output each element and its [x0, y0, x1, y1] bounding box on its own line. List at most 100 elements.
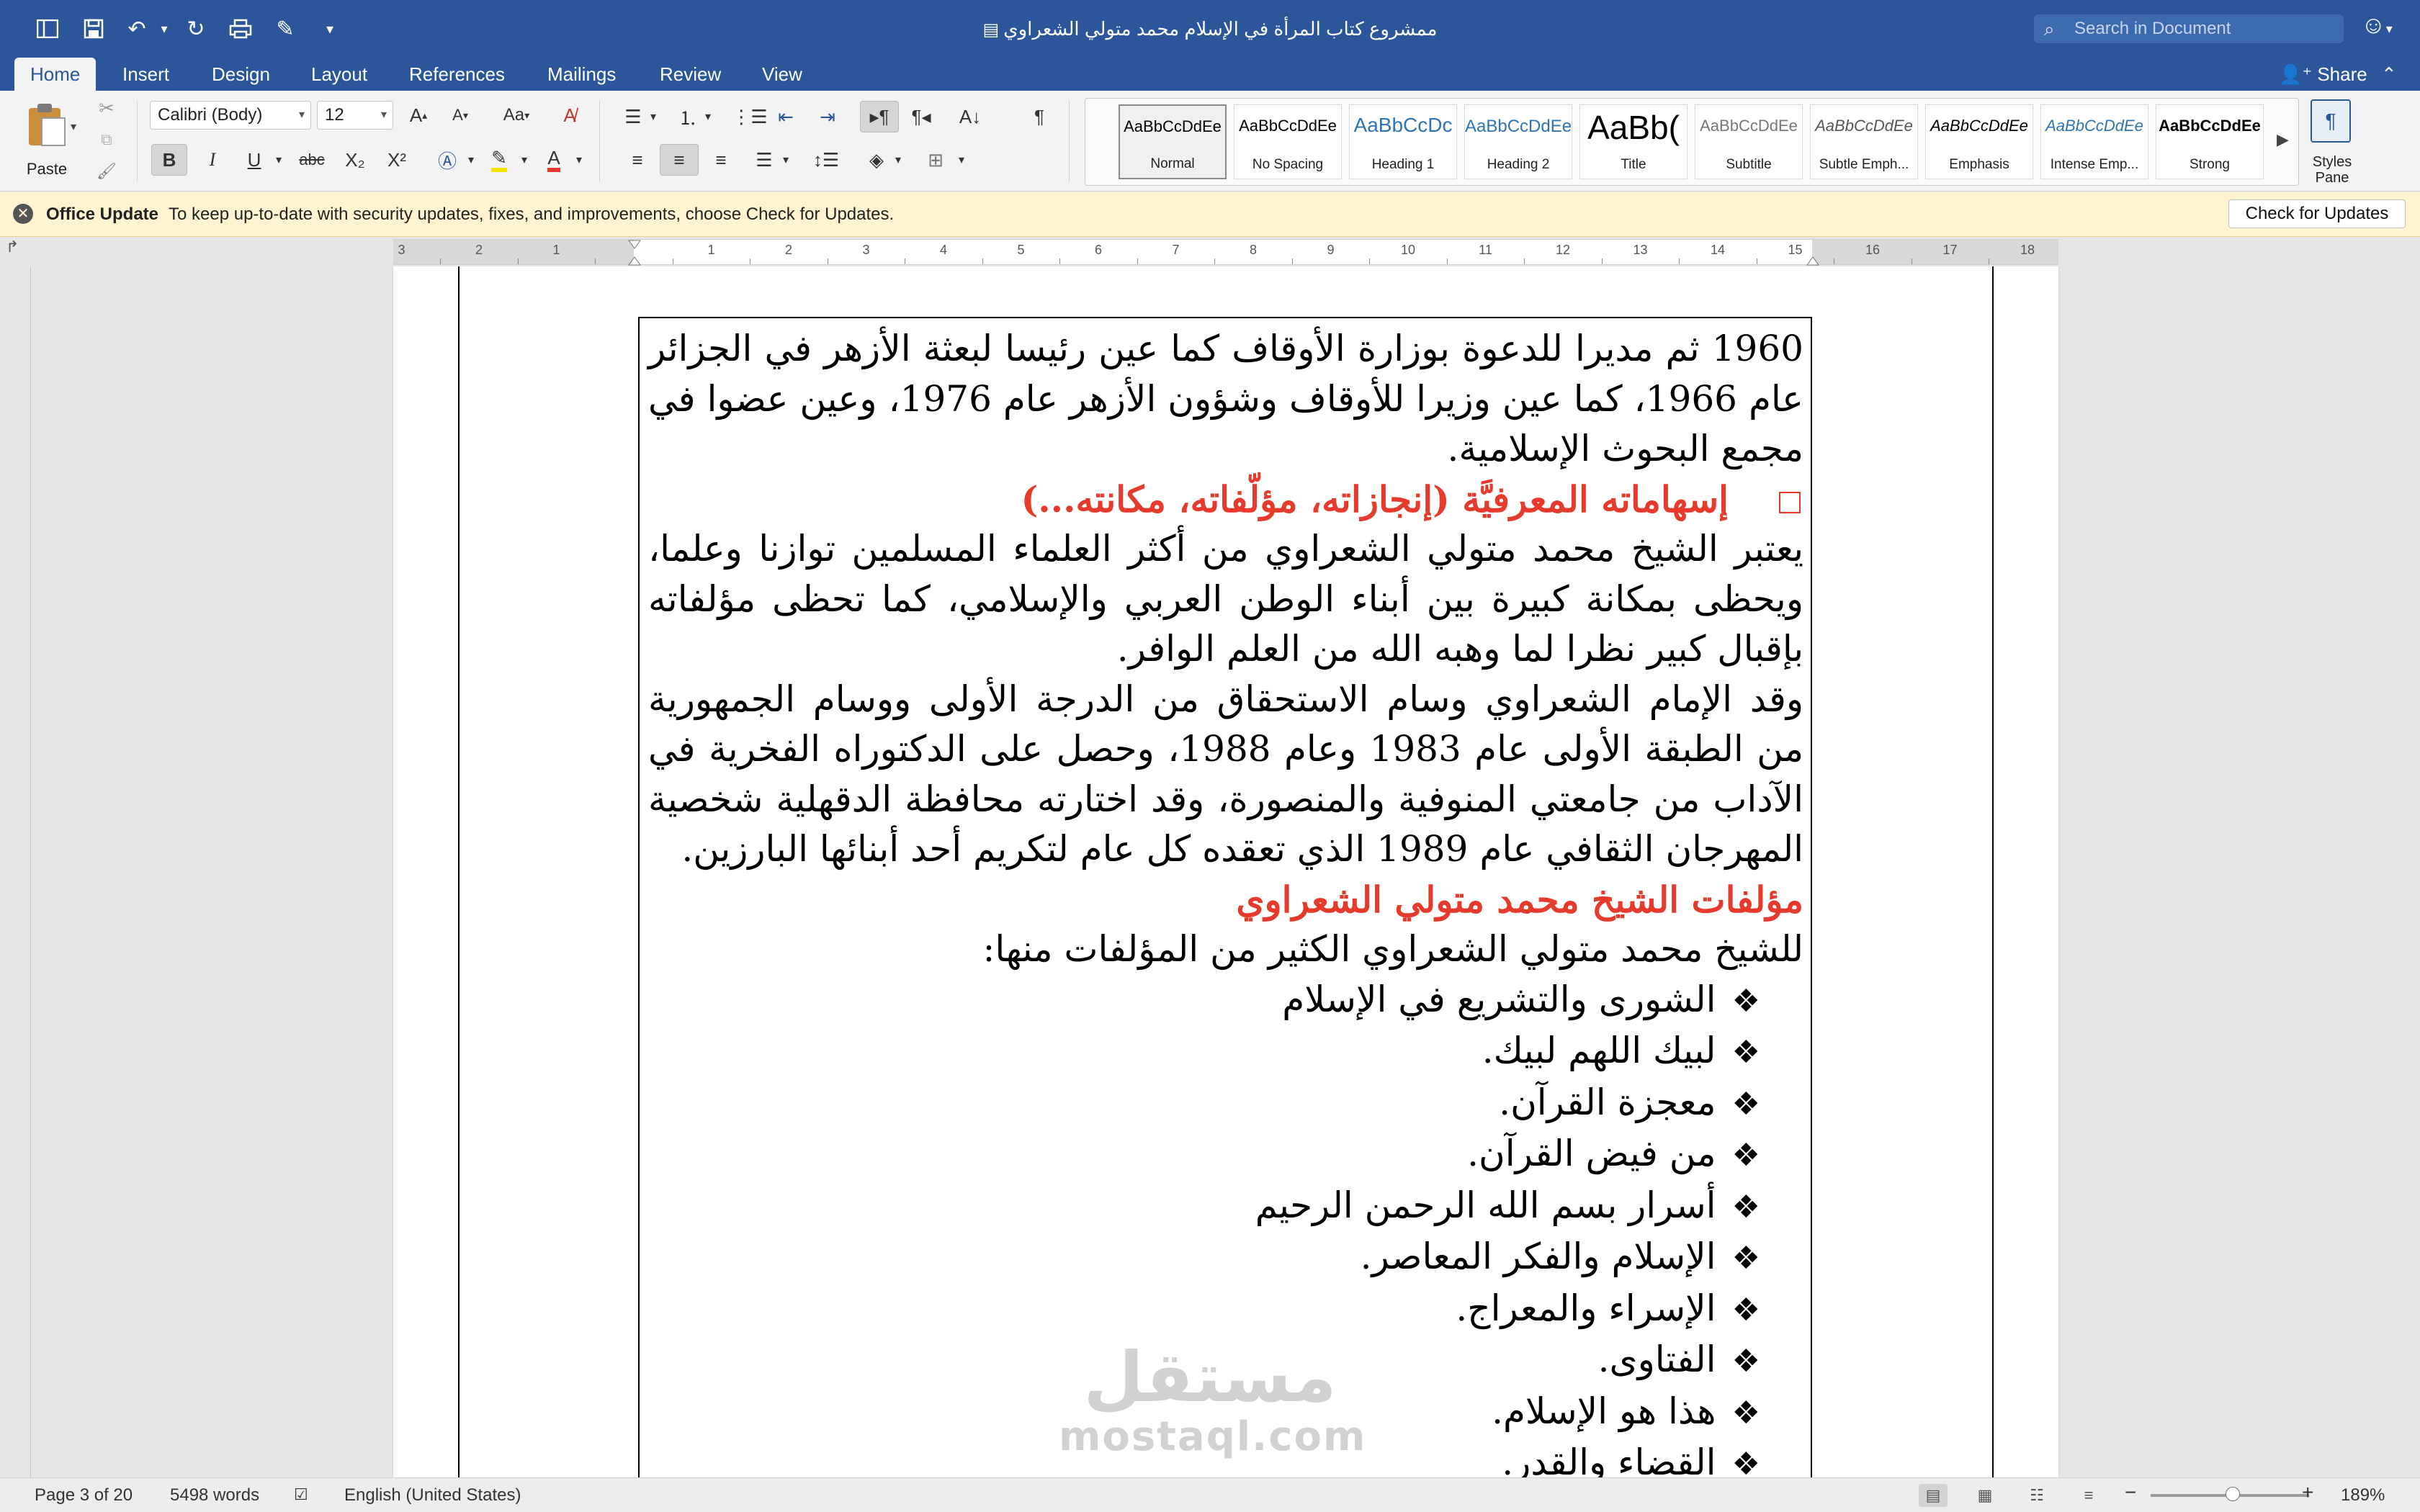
section-heading[interactable]: إسهاماته المعرفيَّة (إنجازاته، مؤلّفاته،…	[648, 474, 1803, 525]
decrease-indent-icon[interactable]: ⇤	[766, 101, 805, 132]
list-item[interactable]: ❖ هذا هو الإسلام.	[648, 1387, 1803, 1439]
paste-dropdown-icon[interactable]: ▾	[71, 120, 76, 134]
close-icon[interactable]: ✕	[13, 204, 33, 224]
list-item[interactable]: ❖ القضاء والقدر.	[648, 1438, 1803, 1477]
highlight-dropdown-icon[interactable]: ▾	[516, 144, 533, 176]
list-item[interactable]: ❖ معجزة القرآن.	[648, 1078, 1803, 1130]
search-input[interactable]: ⌕ Search in Document	[2034, 14, 2344, 43]
tab-insert[interactable]: Insert	[107, 58, 185, 91]
cut-icon[interactable]: ✂	[92, 94, 121, 122]
bullets-dropdown-icon[interactable]: ▾	[644, 101, 663, 132]
collapse-ribbon-icon[interactable]: ⌃	[2381, 58, 2397, 91]
tab-layout[interactable]: Layout	[295, 58, 383, 91]
tab-references[interactable]: References	[393, 58, 521, 91]
style-title[interactable]: AaBb( Title	[1579, 104, 1688, 179]
print-layout-icon[interactable]: ▤	[1919, 1484, 1948, 1507]
shading-dropdown-icon[interactable]: ▾	[889, 144, 908, 176]
style-strong[interactable]: AaBbCcDdEe Strong	[2156, 104, 2264, 179]
italic-button[interactable]: I	[194, 144, 230, 176]
paragraph[interactable]: للشيخ محمد متولي الشعراوي الكثير من المؤ…	[648, 924, 1803, 975]
share-button[interactable]: 👤⁺ Share	[2279, 58, 2367, 91]
text-effects-icon[interactable]: Ⓐ	[429, 144, 465, 176]
text-effects-dropdown-icon[interactable]: ▾	[462, 144, 480, 176]
ltr-direction-icon[interactable]: ▸¶	[860, 101, 899, 132]
bold-button[interactable]: B	[151, 144, 187, 176]
outline-view-icon[interactable]: ☷	[2022, 1484, 2051, 1507]
strikethrough-button[interactable]: abc	[294, 144, 330, 176]
highlight-icon[interactable]: ✎	[481, 144, 517, 176]
horizontal-ruler[interactable]: 3 2 1 1 2 3 4 5 6 7 8 9 10 11 12 13 14 15 16 17 18	[393, 239, 2058, 266]
styles-pane-button[interactable]: ¶ Styles Pane	[2303, 98, 2361, 187]
style-emphasis[interactable]: AaBbCcDdEe Emphasis	[1925, 104, 2033, 179]
style-subtitle[interactable]: AaBbCcDdEe Subtitle	[1695, 104, 1803, 179]
zoom-in-button[interactable]: +	[2302, 1481, 2313, 1504]
zoom-out-button[interactable]: −	[2125, 1481, 2136, 1504]
style-subtle-emphasis[interactable]: AaBbCcDdEe Subtle Emph...	[1810, 104, 1918, 179]
align-center-icon[interactable]: ≡	[660, 144, 699, 176]
style-heading-2[interactable]: AaBbCcDdEe Heading 2	[1464, 104, 1572, 179]
rtl-direction-icon[interactable]: ¶◂	[902, 101, 941, 132]
list-item[interactable]: ❖ الفتاوى.	[648, 1335, 1803, 1387]
shrink-font-icon[interactable]: A ▾	[442, 101, 478, 130]
tab-home[interactable]: Home	[14, 58, 97, 91]
font-color-icon[interactable]: A	[536, 144, 572, 176]
section-heading[interactable]: مؤلفات الشيخ محمد متولي الشعراوي	[648, 875, 1803, 925]
align-left-icon[interactable]: ≡	[618, 144, 657, 176]
style-normal[interactable]: AaBbCcDdEe Normal	[1119, 104, 1227, 179]
underline-dropdown-icon[interactable]: ▾	[269, 144, 288, 176]
tab-selector-icon[interactable]: ↱	[6, 238, 19, 256]
list-item[interactable]: ❖ أسرار بسم الله الرحمن الرحيم	[648, 1181, 1803, 1233]
numbering-dropdown-icon[interactable]: ▾	[699, 101, 717, 132]
list-item[interactable]: ❖ الإسلام والفكر المعاصر.	[648, 1232, 1803, 1284]
tab-design[interactable]: Design	[196, 58, 286, 91]
borders-icon[interactable]: ⊞	[916, 144, 955, 176]
paragraph[interactable]: وقد الإمام الشعراوي وسام الاستحقاق من ال…	[648, 675, 1803, 875]
list-item[interactable]: ❖ لبيك اللهم لبيك.	[648, 1026, 1803, 1078]
sidebar-toggle-icon[interactable]	[32, 13, 63, 45]
document-body[interactable]: 1960 ثم مديرا للدعوة بوزارة الأوقاف كما …	[648, 324, 1803, 1477]
language-indicator[interactable]: English (United States)	[344, 1485, 521, 1506]
style-no-spacing[interactable]: AaBbCcDdEe No Spacing	[1234, 104, 1342, 179]
increase-indent-icon[interactable]: ⇥	[808, 101, 847, 132]
zoom-slider-thumb[interactable]	[2226, 1487, 2240, 1501]
align-right-icon[interactable]: ≡	[702, 144, 740, 176]
tab-review[interactable]: Review	[644, 58, 737, 91]
format-painter-icon[interactable]: 🖌	[92, 157, 121, 186]
paragraph[interactable]: يعتبر الشيخ محمد متولي الشعراوي من أكثر …	[648, 524, 1803, 675]
page-count[interactable]: Page 3 of 20	[35, 1485, 133, 1506]
proofing-icon[interactable]: ☑	[294, 1485, 308, 1504]
check-for-updates-button[interactable]: Check for Updates	[2228, 199, 2406, 228]
font-size-combo[interactable]: 12 ▾	[317, 101, 393, 130]
line-spacing-icon[interactable]: ↕☰	[807, 144, 846, 176]
paragraph[interactable]: 1960 ثم مديرا للدعوة بوزارة الأوقاف كما …	[648, 324, 1803, 474]
copy-icon[interactable]: ⧉	[92, 125, 121, 154]
borders-dropdown-icon[interactable]: ▾	[952, 144, 971, 176]
list-item[interactable]: ❖ الإسراء والمعراج.	[648, 1284, 1803, 1336]
print-icon[interactable]	[225, 13, 256, 45]
underline-button[interactable]: U	[236, 144, 272, 176]
superscript-button[interactable]: X²	[379, 144, 415, 176]
list-item[interactable]: ❖ من فيض القرآن.	[648, 1129, 1803, 1181]
redo-icon[interactable]: ↻	[180, 13, 212, 45]
change-case-icon[interactable]: Aa ▾	[493, 101, 540, 130]
multilevel-list-icon[interactable]: ⋮☰	[730, 101, 769, 132]
font-color-dropdown-icon[interactable]: ▾	[570, 144, 588, 176]
sort-icon[interactable]: A↓	[951, 101, 990, 132]
font-name-combo[interactable]: Calibri (Body) ▾	[150, 101, 311, 130]
feedback-smiley-icon[interactable]: ☺▾	[2361, 12, 2411, 46]
clear-formatting-icon[interactable]: A̸	[552, 101, 588, 130]
draft-view-icon[interactable]: ≡	[2074, 1484, 2103, 1507]
web-layout-icon[interactable]: ▦	[1971, 1484, 1999, 1507]
show-formatting-icon[interactable]: ¶	[1020, 101, 1059, 132]
style-heading-1[interactable]: AaBbCcDc Heading 1	[1349, 104, 1457, 179]
customize-icon[interactable]: ▾	[314, 13, 346, 45]
word-count[interactable]: 5498 words	[170, 1485, 259, 1506]
undo-dropdown-icon[interactable]: ▾	[148, 13, 180, 45]
right-indent-marker[interactable]	[1806, 240, 1819, 266]
tab-view[interactable]: View	[746, 58, 818, 91]
zoom-level[interactable]: 189%	[2341, 1485, 2385, 1506]
style-intense-emphasis[interactable]: AaBbCcDdEe Intense Emp...	[2040, 104, 2148, 179]
justify-dropdown-icon[interactable]: ▾	[776, 144, 795, 176]
subscript-button[interactable]: X₂	[337, 144, 373, 176]
tab-mailings[interactable]: Mailings	[532, 58, 632, 91]
